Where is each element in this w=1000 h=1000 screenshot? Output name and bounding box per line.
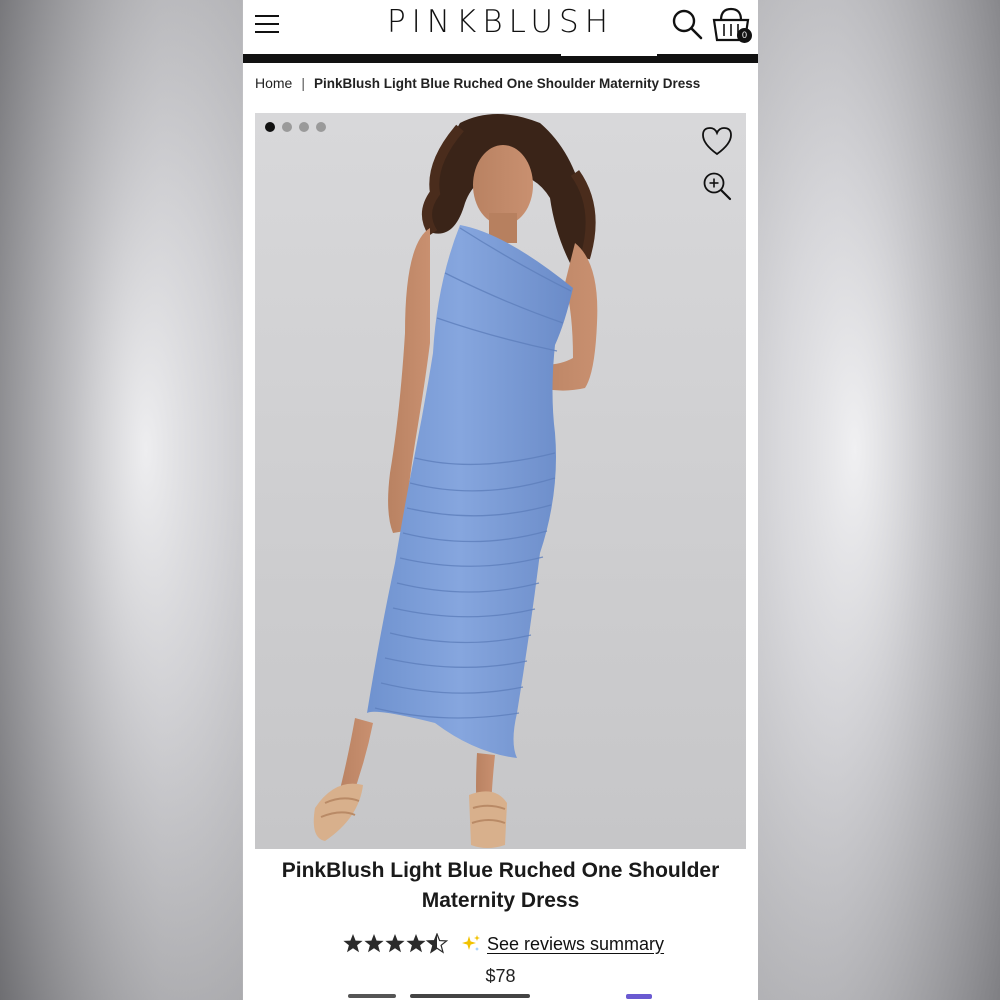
breadcrumb: Home | PinkBlush Light Blue Ruched One Sho…: [255, 75, 700, 91]
product-image[interactable]: [255, 113, 746, 849]
carousel-dot[interactable]: [265, 122, 275, 132]
star-icon: [385, 934, 405, 953]
breadcrumb-current: PinkBlush Light Blue Ruched One Shoulder…: [314, 76, 701, 91]
breadcrumb-separator: |: [301, 75, 305, 91]
carousel-dot[interactable]: [316, 122, 326, 132]
search-icon[interactable]: [671, 8, 703, 40]
star-icon: [406, 934, 426, 953]
installments-row-partial: [348, 994, 668, 1000]
cart-count-badge: 0: [737, 28, 752, 43]
carousel-dot[interactable]: [282, 122, 292, 132]
product-price: $78: [485, 966, 516, 986]
star-icon: [343, 934, 363, 953]
zoom-in-icon[interactable]: [702, 171, 732, 201]
carousel-dot[interactable]: [299, 122, 309, 132]
image-carousel-dots: [265, 122, 326, 132]
see-reviews-summary-link[interactable]: See reviews summary: [487, 934, 664, 955]
heart-icon[interactable]: [700, 125, 734, 157]
background-left: [0, 0, 243, 1000]
background-right: [758, 0, 1000, 1000]
product-title: PinkBlush Light Blue Ruched One Shoulder…: [281, 859, 720, 912]
breadcrumb-home-link[interactable]: Home: [255, 75, 292, 91]
half-star-icon: [426, 933, 448, 953]
model-photo: [313, 114, 598, 848]
star-rating[interactable]: [343, 933, 449, 955]
site-header: PINKBLUSH 0: [243, 0, 758, 54]
product-page: PINKBLUSH 0 Home | PinkBlush Light Blue Ru…: [243, 0, 758, 1000]
rating-row: See reviews summary: [343, 931, 664, 957]
header-divider: [243, 54, 758, 63]
star-icon: [364, 934, 384, 953]
sparkle-icon: [462, 935, 480, 951]
